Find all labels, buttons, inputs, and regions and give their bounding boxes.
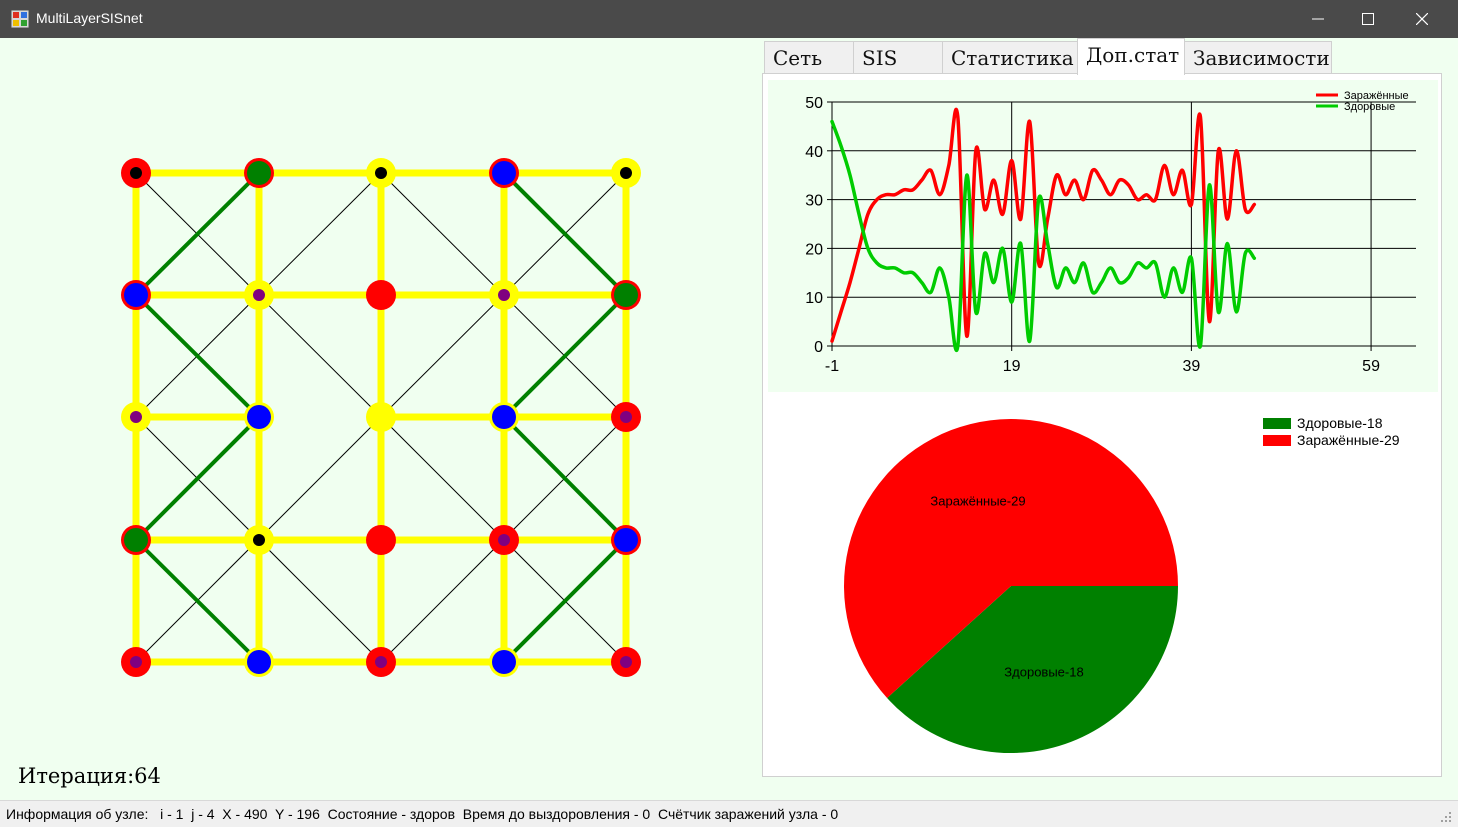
node-state-marker [620, 411, 632, 423]
node-state-marker [367, 526, 395, 554]
pie-chart: Здоровые-18Заражённые-29Здоровые-18Зараж… [844, 415, 1400, 754]
tab-extra-stats[interactable]: Доп.стат [1077, 38, 1185, 75]
node-state-marker [124, 528, 148, 552]
resize-grip-icon[interactable] [1440, 811, 1452, 823]
y-tick-label: 0 [814, 339, 823, 356]
iteration-label: Итерация:64 [18, 764, 161, 788]
tab-label: Зависимости [1193, 46, 1330, 70]
node-state-marker [367, 281, 395, 309]
y-tick-label: 20 [805, 241, 823, 258]
tab-dependencies[interactable]: Зависимости [1184, 41, 1332, 73]
node-state-marker [620, 167, 632, 179]
y-tick-label: 10 [805, 290, 823, 307]
node-state-marker [620, 656, 632, 668]
close-icon [1416, 13, 1428, 25]
legend-label: Заражённые-29 [1297, 432, 1400, 448]
legend-swatch [1263, 435, 1291, 446]
node-state-marker [247, 650, 271, 674]
node-state-marker [614, 283, 638, 307]
status-bar: Информация об узле: i - 1 j - 4 X - 490 … [0, 800, 1458, 827]
x-tick-label: 59 [1362, 358, 1380, 375]
legend-label: Здоровые-18 [1297, 415, 1383, 431]
tab-statistics[interactable]: Статистика [942, 41, 1078, 73]
node-state-marker [130, 411, 142, 423]
pie-slice-label: Здоровые-18 [1004, 665, 1083, 680]
node-state-marker [614, 528, 638, 552]
x-tick-label: 39 [1182, 358, 1200, 375]
node-state-marker [492, 650, 516, 674]
tab-sis[interactable]: SIS [853, 41, 943, 73]
tab-network[interactable]: Сеть [764, 41, 854, 73]
maximize-button[interactable] [1344, 0, 1394, 38]
tab-label: Сеть [773, 46, 823, 70]
x-tick-label: -1 [825, 358, 839, 375]
node-state-marker [130, 656, 142, 668]
node-state-marker [253, 289, 265, 301]
y-tick-label: 50 [805, 95, 823, 112]
node-state-marker [492, 405, 516, 429]
node-state-marker [253, 534, 265, 546]
maximize-icon [1362, 13, 1374, 25]
node-info-text: Информация об узле: i - 1 j - 4 X - 490 … [6, 806, 839, 822]
close-button[interactable] [1398, 0, 1448, 38]
node-state-marker [247, 161, 271, 185]
minimize-button[interactable] [1294, 0, 1344, 38]
node-state-marker [375, 167, 387, 179]
window-title: MultiLayerSISnet [36, 10, 143, 26]
minimize-icon [1312, 18, 1324, 20]
node-state-marker [498, 534, 510, 546]
node-state-marker [247, 405, 271, 429]
legend-swatch [1263, 418, 1291, 429]
app-icon [11, 10, 29, 28]
node-state-marker [492, 161, 516, 185]
y-tick-label: 30 [805, 193, 823, 210]
tab-label: Доп.стат [1086, 43, 1180, 67]
tab-label: SIS [862, 46, 898, 70]
node-state-marker [367, 403, 395, 431]
node-state-marker [130, 167, 142, 179]
node-state-marker [124, 283, 148, 307]
y-tick-label: 40 [805, 144, 823, 161]
legend-label: Здоровые [1344, 101, 1395, 113]
node-state-marker [498, 289, 510, 301]
line-chart: 01020304050-1 19 39 59ЗаражённыеЗдоровые [768, 80, 1438, 392]
x-tick-label: 19 [1003, 358, 1021, 375]
pie-slice-label: Заражённые-29 [930, 493, 1025, 508]
title-bar: MultiLayerSISnet [0, 0, 1458, 38]
node-state-marker [375, 656, 387, 668]
network-canvas[interactable] [0, 38, 760, 798]
tab-label: Статистика [951, 46, 1074, 70]
